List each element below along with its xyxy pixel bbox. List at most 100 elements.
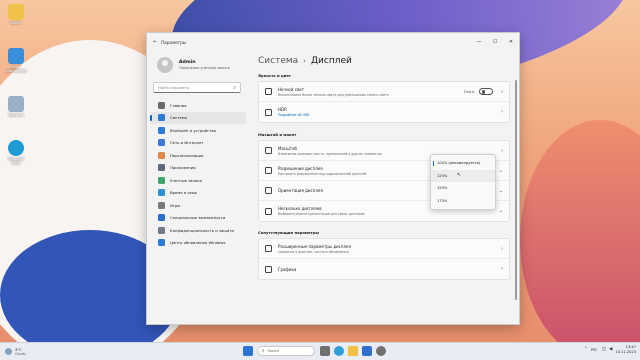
- taskbar-search[interactable]: ⌕ Поиск: [257, 346, 315, 356]
- sidebar-item-label: Персонализация: [170, 152, 204, 158]
- sidebar-item[interactable]: Главная: [150, 99, 246, 112]
- related-card: Расширенные параметры дисплея Сведения о…: [258, 238, 510, 280]
- sidebar-item-label: Конфиденциальность и защита: [170, 227, 234, 233]
- chevron-up-icon[interactable]: ⌃: [584, 347, 588, 352]
- sidebar-item[interactable]: Учетные записи: [150, 174, 246, 187]
- brush-icon: [158, 151, 165, 159]
- chevron-down-icon[interactable]: ⌄: [499, 208, 503, 214]
- scale-option[interactable]: 125%: [431, 169, 495, 182]
- graphics-row[interactable]: Графика ›: [259, 259, 509, 279]
- sidebar-item-label: Система: [170, 115, 187, 121]
- section-heading-scale: Масштаб и макет: [258, 132, 297, 137]
- sidebar-item-label: Bluetooth и устройства: [170, 127, 216, 133]
- user-folder-icon: [8, 4, 24, 20]
- breadcrumb-separator: ›: [303, 56, 306, 65]
- chevron-right-icon[interactable]: ›: [501, 109, 503, 115]
- scale-option[interactable]: 175%: [431, 195, 495, 208]
- weather-widget[interactable]: 3°C Cloudy: [0, 348, 120, 356]
- monitor-icon: [265, 245, 272, 252]
- brightness-card: Ночной свет Использовать более теплые цв…: [258, 81, 510, 123]
- sidebar-item[interactable]: Система: [150, 111, 246, 124]
- chevron-right-icon[interactable]: ›: [501, 89, 503, 95]
- advanced-display-row[interactable]: Расширенные параметры дисплея Сведения о…: [259, 239, 509, 259]
- user-profile[interactable]: Admin Локальная учетная запись: [147, 51, 249, 73]
- chevron-down-icon[interactable]: ⌄: [499, 168, 503, 174]
- page-title: Дисплей: [310, 55, 352, 66]
- hdr-row[interactable]: HDR Подробнее об HDR ›: [259, 102, 509, 122]
- language-indicator[interactable]: РУС: [591, 348, 598, 352]
- chevron-right-icon[interactable]: ›: [501, 246, 503, 252]
- wallpaper-shape: [520, 120, 640, 342]
- night-light-toggle[interactable]: [479, 88, 493, 95]
- sidebar-item[interactable]: Сеть и Интернет: [150, 137, 246, 150]
- sidebar-item[interactable]: Приложения: [150, 162, 246, 175]
- task-view-button[interactable]: [320, 346, 330, 356]
- scale-icon: [265, 147, 272, 154]
- chevron-down-icon[interactable]: ⌄: [499, 188, 503, 194]
- maximize-button[interactable]: ☐: [487, 39, 503, 45]
- chevron-right-icon[interactable]: ›: [501, 148, 503, 154]
- night-light-subtitle: Использовать более теплые цвета для умен…: [278, 92, 389, 97]
- sidebar-item-label: Специальные возможности: [170, 215, 226, 221]
- network-icon[interactable]: ◫: [602, 347, 606, 352]
- sidebar-item[interactable]: Специальные возможности: [150, 212, 246, 225]
- sidebar-item[interactable]: Игры: [150, 199, 246, 212]
- search-icon: ⌕: [233, 84, 236, 91]
- volume-icon[interactable]: ◀: [609, 347, 612, 352]
- computer-icon: [8, 48, 24, 64]
- settings-gear-icon[interactable]: [376, 346, 386, 356]
- edge-taskbar-icon[interactable]: [334, 346, 344, 356]
- store-icon[interactable]: [362, 346, 372, 356]
- clock[interactable]: 13:47 10.11.2023: [615, 345, 636, 354]
- update-icon: [158, 239, 165, 247]
- sidebar-item[interactable]: Центр обновления Windows: [150, 237, 246, 250]
- desktop-icon-recycle-bin[interactable]: Корзина: [4, 96, 28, 118]
- accessibility-icon: [158, 214, 165, 222]
- settings-search-input[interactable]: Найти параметр ⌕: [153, 82, 241, 93]
- close-button[interactable]: ✕: [503, 39, 519, 45]
- breadcrumb: Система › Дисплей: [251, 54, 513, 67]
- user-account-type: Локальная учетная запись: [179, 66, 230, 70]
- sidebar-item-label: Время и язык: [170, 190, 197, 196]
- desktop-icon-admin[interactable]: Admin: [4, 4, 28, 26]
- sidebar-item-label: Центр обновления Windows: [170, 240, 226, 246]
- avatar: [157, 57, 173, 73]
- sidebar-item[interactable]: Конфиденциальность и защита: [150, 224, 246, 237]
- sidebar-item-label: Игры: [170, 202, 181, 208]
- hdr-link[interactable]: Подробнее об HDR: [278, 113, 310, 117]
- user-name: Admin: [179, 60, 196, 65]
- desktop-icon-this-pc[interactable]: Этот компьютер: [4, 48, 28, 74]
- desktop-icon-edge[interactable]: Microsoft Edge: [4, 140, 28, 166]
- scale-option[interactable]: 150%: [431, 182, 495, 195]
- orientation-title: Ориентация дисплея: [278, 188, 323, 193]
- sidebar-item[interactable]: Bluetooth и устройства: [150, 124, 246, 137]
- scrollbar[interactable]: [515, 80, 517, 300]
- section-heading-brightness: Яркость и цвет: [258, 73, 291, 78]
- back-arrow-icon[interactable]: ←: [153, 39, 161, 45]
- recycle-bin-icon: [8, 96, 24, 112]
- sidebar-nav: Главная Система Bluetooth и устройства Сеть…: [147, 99, 249, 249]
- graphics-title: Графика: [278, 266, 297, 272]
- sidebar-item[interactable]: Время и язык: [150, 187, 246, 200]
- start-button[interactable]: [243, 346, 253, 356]
- sidebar-item-label: Приложения: [170, 165, 196, 171]
- sidebar-item-label: Учетные записи: [170, 177, 202, 183]
- scale-title: Масштаб: [278, 145, 298, 151]
- sidebar-item-label: Главная: [170, 102, 187, 108]
- account-icon: [158, 176, 165, 184]
- night-light-title: Ночной свет: [278, 86, 305, 92]
- minimize-button[interactable]: —: [471, 39, 487, 45]
- apps-icon: [158, 164, 165, 172]
- chevron-right-icon[interactable]: ›: [501, 266, 503, 272]
- scale-option[interactable]: 100% (рекомендуется): [431, 157, 495, 170]
- multiple-displays-subtitle: Выберите режим презентации для своих дис…: [278, 212, 365, 216]
- sidebar-item[interactable]: Персонализация: [150, 149, 246, 162]
- breadcrumb-parent[interactable]: Система: [258, 56, 298, 66]
- night-light-state: Откл.: [463, 89, 475, 94]
- section-heading-related: Сопутствующие параметры: [258, 230, 319, 235]
- file-explorer-icon[interactable]: [348, 346, 358, 356]
- search-placeholder: Найти параметр: [158, 85, 190, 90]
- resolution-icon: [265, 167, 272, 174]
- night-light-row[interactable]: Ночной свет Использовать более теплые цв…: [259, 82, 509, 102]
- title-bar[interactable]: ← Параметры — ☐ ✕: [147, 33, 519, 51]
